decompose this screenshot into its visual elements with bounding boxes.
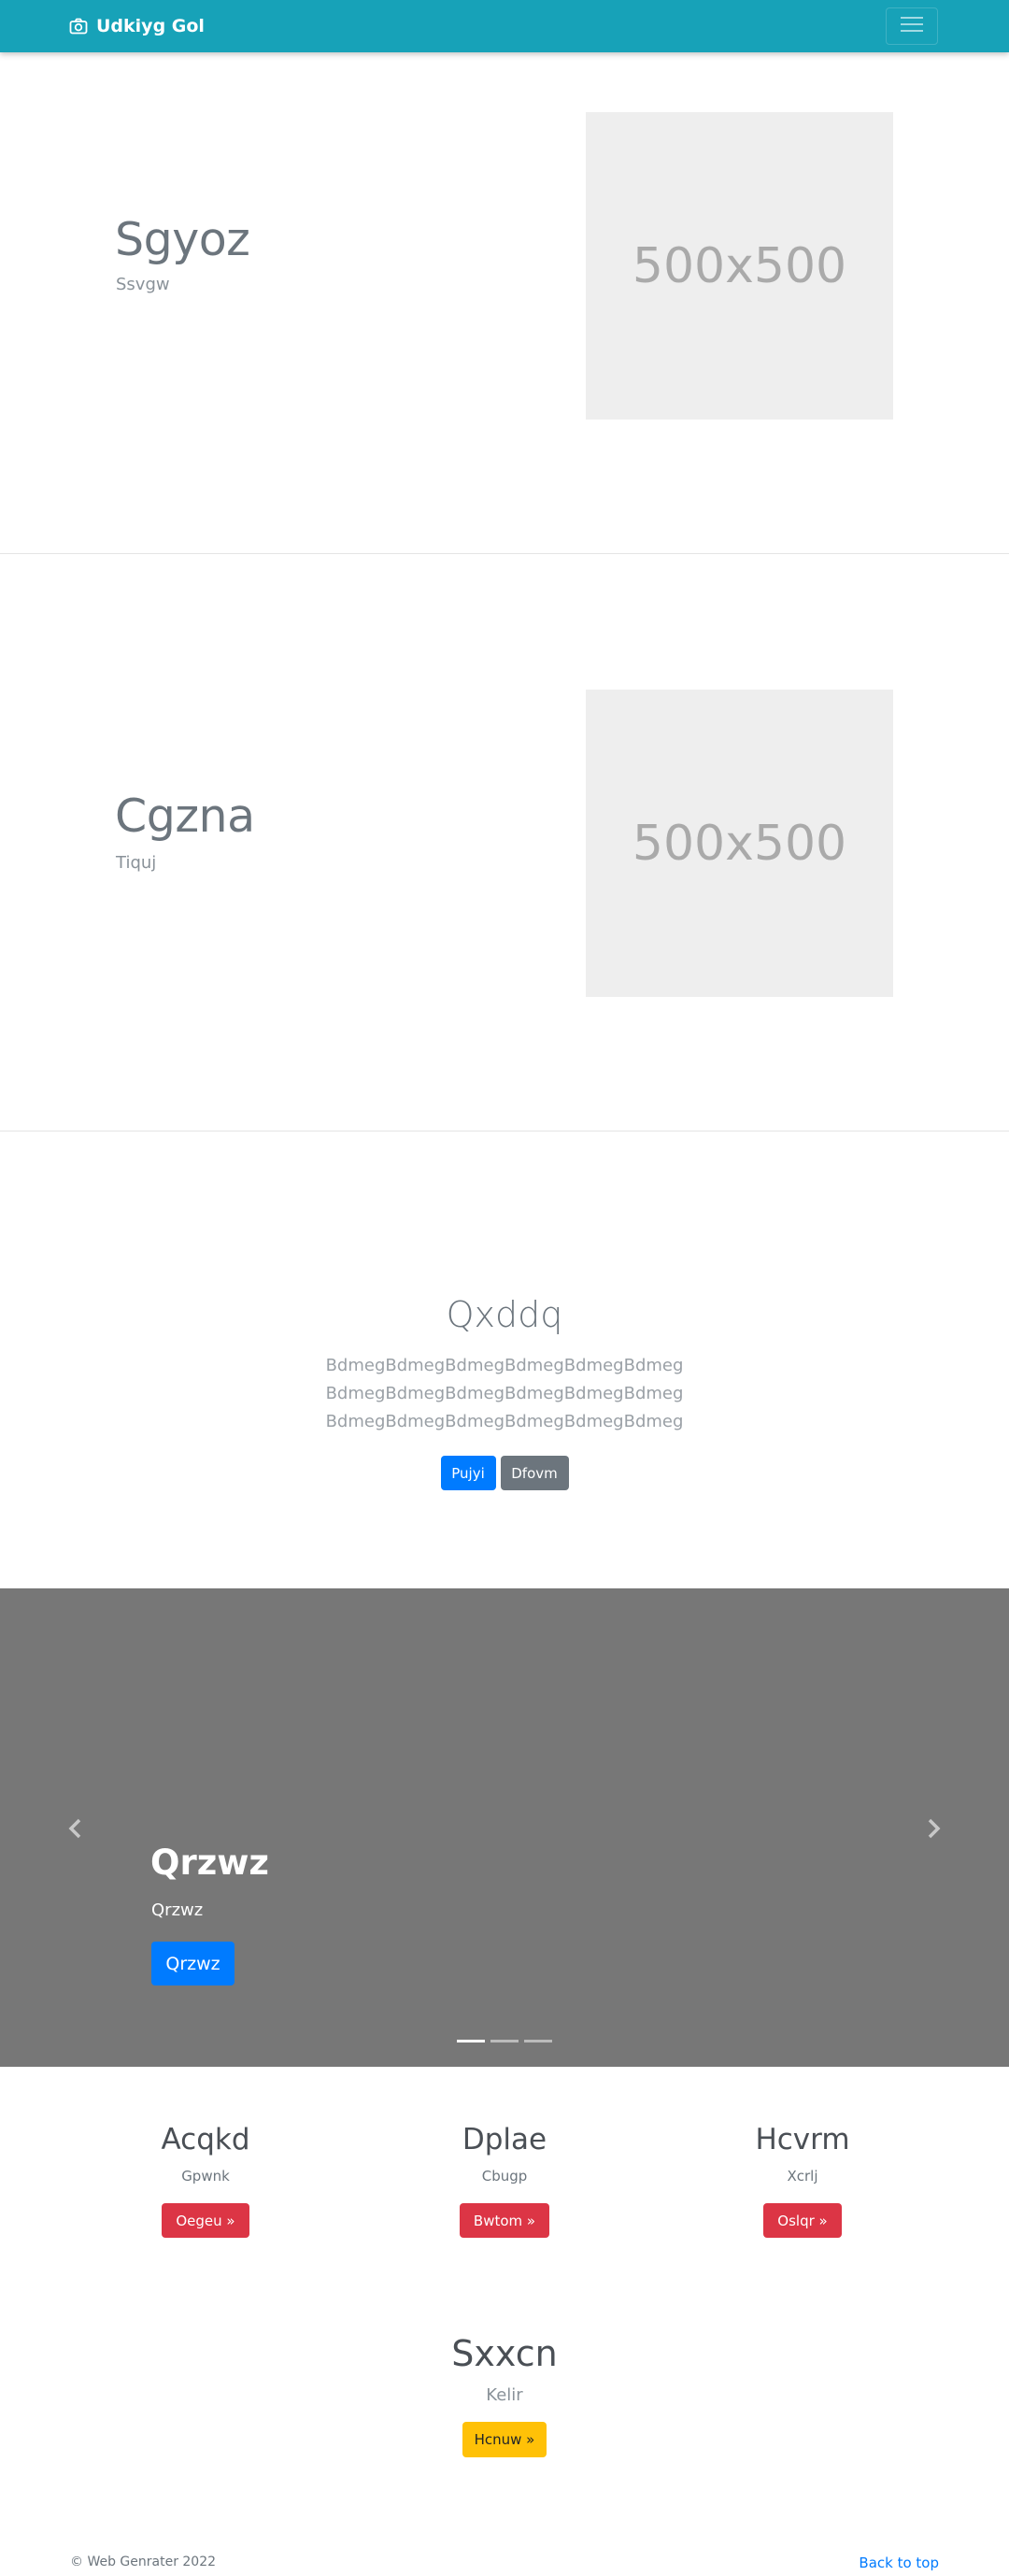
carousel-indicators: [457, 2040, 552, 2042]
placeholder-label: 500x500: [632, 815, 847, 872]
cta-secondary-button[interactable]: Dfovm: [500, 1456, 569, 1490]
column-title: Dplae: [462, 2123, 547, 2156]
feature-title: Cgzna: [115, 790, 255, 843]
brand-name: Udkiyg Gol: [96, 16, 205, 36]
single-button[interactable]: Hcnuw »: [462, 2422, 547, 2457]
feature-section-2: Cgzna Tiquj 500x500: [0, 554, 1009, 1131]
column-button[interactable]: Bwtom »: [459, 2203, 550, 2238]
cta-text-line: BdmegBdmegBdmegBdmegBdmegBdmeg: [325, 1412, 684, 1431]
column-3: Hcvrm Xcrlj Oslqr »: [662, 2123, 943, 2238]
cta-title: Qxddq: [446, 1294, 563, 1335]
carousel-caption-title: Qrzwz: [150, 1843, 269, 1883]
carousel-next-icon[interactable]: [925, 1818, 942, 1843]
feature-title: Sgyoz: [115, 213, 250, 266]
feature-subtitle: Tiquj: [116, 853, 157, 873]
placeholder-image: 500x500: [586, 690, 893, 997]
carousel: Qrzwz Qrzwz Qrzwz: [0, 1588, 1009, 2067]
column-subtitle: Gpwnk: [181, 2168, 230, 2185]
column-button[interactable]: Oslqr »: [763, 2203, 842, 2238]
footer-copyright: © Web Genrater 2022: [70, 2555, 217, 2569]
column-button[interactable]: Oegeu »: [162, 2203, 249, 2238]
placeholder-label: 500x500: [632, 237, 847, 294]
carousel-indicator-1[interactable]: [457, 2040, 485, 2042]
column-subtitle: Cbugp: [481, 2168, 528, 2185]
back-to-top-link[interactable]: Back to top: [859, 2555, 939, 2571]
single-subtitle: Kelir: [486, 2385, 523, 2405]
single-section: Sxxcn Kelir Hcnuw »: [0, 2333, 1009, 2457]
cta-primary-button[interactable]: Pujyi: [440, 1456, 496, 1490]
column-title: Acqkd: [161, 2123, 250, 2156]
camera-icon: [69, 18, 88, 35]
cta-text: BdmegBdmegBdmegBdmegBdmegBdmeg BdmegBdme…: [0, 1352, 1009, 1436]
cta-text-line: BdmegBdmegBdmegBdmegBdmegBdmeg: [325, 1384, 684, 1403]
carousel-indicator-2[interactable]: [490, 2040, 519, 2042]
cta-buttons: Pujyi Dfovm: [0, 1456, 1009, 1490]
column-title: Hcvrm: [755, 2123, 850, 2156]
carousel-caption-text: Qrzwz: [151, 1900, 204, 1920]
navbar: Udkiyg Gol: [0, 0, 1009, 52]
column-2: Dplae Cbugp Bwtom »: [364, 2123, 645, 2238]
feature-subtitle: Ssvgw: [116, 275, 170, 294]
carousel-caption-button[interactable]: Qrzwz: [151, 1942, 234, 1985]
column-1: Acqkd Gpwnk Oegeu »: [65, 2123, 346, 2238]
carousel-indicator-3[interactable]: [524, 2040, 552, 2042]
cta-text-line: BdmegBdmegBdmegBdmegBdmegBdmeg: [325, 1356, 684, 1375]
navbar-toggler-button[interactable]: [886, 7, 938, 45]
carousel-prev-icon[interactable]: [67, 1818, 84, 1843]
navbar-brand[interactable]: Udkiyg Gol: [69, 0, 205, 52]
feature-section-1: Sgyoz Ssvgw 500x500: [0, 0, 1009, 554]
placeholder-image: 500x500: [586, 112, 893, 420]
hamburger-icon: [899, 14, 925, 38]
column-subtitle: Xcrlj: [787, 2168, 818, 2185]
single-title: Sxxcn: [451, 2333, 558, 2374]
